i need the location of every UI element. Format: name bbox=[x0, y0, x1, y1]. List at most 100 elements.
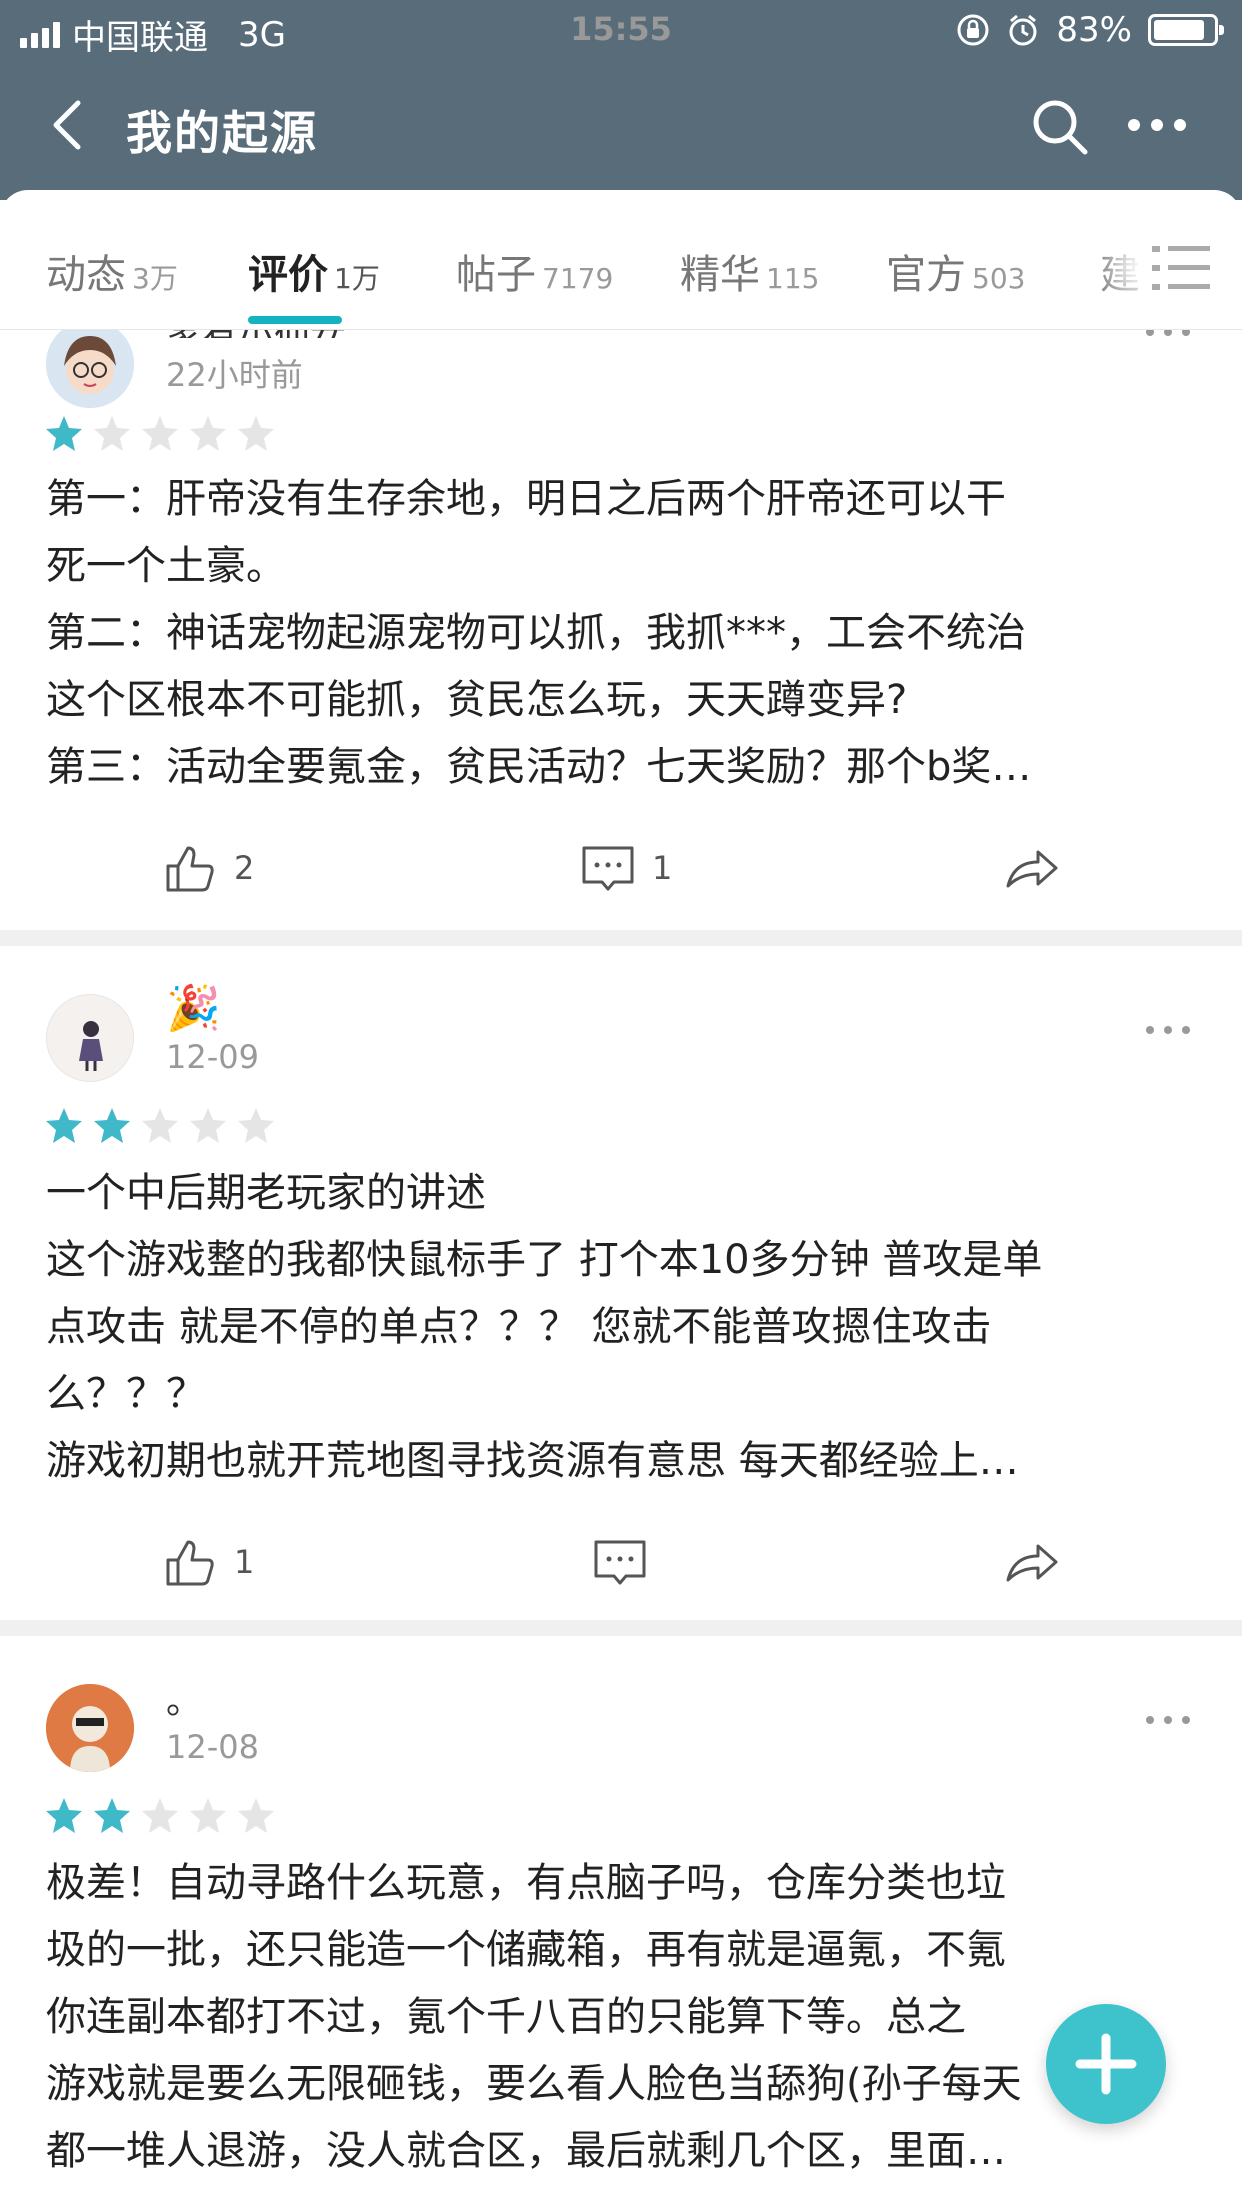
tab-count: 503 bbox=[972, 262, 1026, 295]
star-empty-icon bbox=[238, 416, 274, 451]
review-actions: 2 1 bbox=[0, 840, 1242, 910]
comment-button[interactable] bbox=[592, 1534, 664, 1590]
star-empty-icon bbox=[190, 416, 226, 451]
navigation-bar: 我的起源 bbox=[0, 75, 1242, 175]
review-line: 游戏初期也就开荒地图寻找资源有意思 每天都经验上… bbox=[46, 1438, 1019, 1484]
like-button[interactable]: 2 bbox=[162, 840, 254, 896]
divider bbox=[0, 1620, 1242, 1636]
review-line: 一个中后期老玩家的讲述 bbox=[46, 1170, 486, 1216]
tab-count: 7179 bbox=[542, 262, 614, 295]
comment-icon bbox=[582, 846, 634, 891]
tab-label: 评价 bbox=[248, 252, 328, 298]
more-options-icon[interactable] bbox=[1122, 93, 1192, 157]
more-dots-icon[interactable] bbox=[1144, 330, 1192, 342]
tab-label: 建 bbox=[1100, 252, 1140, 298]
avatar[interactable] bbox=[46, 1684, 134, 1772]
star-empty-icon bbox=[142, 1798, 178, 1833]
thumbs-up-icon bbox=[166, 846, 214, 892]
tab-posts[interactable]: 帖子 7179 bbox=[456, 242, 613, 300]
review-line: 圾的一批，还只能造一个储藏箱，再有就是逼氪，不氪 bbox=[46, 1927, 1006, 1973]
review-line: 这个区根本不可能抓，贫民怎么玩，天天蹲变异? bbox=[46, 677, 908, 723]
review-line: 这个游戏整的我都快鼠标手了 打个本10多分钟 普攻是单 bbox=[46, 1237, 1043, 1283]
review-actions: 1 bbox=[0, 1534, 1242, 1604]
share-button[interactable] bbox=[1004, 1534, 1060, 1590]
star-empty-icon bbox=[94, 416, 130, 451]
tab-label: 动态 bbox=[46, 252, 126, 298]
tab-suggestions[interactable]: 建 bbox=[1100, 242, 1140, 300]
comment-count: 1 bbox=[652, 849, 673, 887]
star-empty-icon bbox=[142, 1108, 178, 1143]
review-time: 22小时前 bbox=[166, 356, 303, 394]
review-text[interactable]: 一个中后期老玩家的讲述 这个游戏整的我都快鼠标手了 打个本10多分钟 普攻是单 … bbox=[46, 1160, 1196, 1495]
star-empty-icon bbox=[190, 1798, 226, 1833]
star-empty-icon bbox=[238, 1798, 274, 1833]
review-line: 死一个土豪。 bbox=[46, 543, 286, 589]
more-dots-icon[interactable] bbox=[1144, 1020, 1192, 1040]
active-tab-indicator bbox=[248, 316, 342, 324]
page-title: 我的起源 bbox=[126, 106, 318, 160]
review-time: 12-08 bbox=[166, 1728, 259, 1766]
avatar[interactable] bbox=[46, 330, 134, 408]
tab-label: 官方 bbox=[886, 252, 966, 298]
add-review-button[interactable] bbox=[1046, 2004, 1166, 2124]
comment-button[interactable]: 1 bbox=[580, 840, 672, 896]
tab-featured[interactable]: 精华 115 bbox=[680, 242, 819, 300]
divider bbox=[0, 930, 1242, 946]
comment-icon bbox=[594, 1540, 646, 1585]
share-icon bbox=[1006, 1544, 1058, 1582]
star-filled-icon bbox=[94, 1798, 130, 1833]
tab-label: 帖子 bbox=[456, 252, 536, 298]
star-filled-icon bbox=[46, 1798, 82, 1833]
star-empty-icon bbox=[238, 1108, 274, 1143]
tab-count: 1万 bbox=[334, 262, 380, 295]
tab-count: 3万 bbox=[132, 262, 178, 295]
star-rating bbox=[44, 1796, 276, 1836]
review-line: 第一：肝帝没有生存余地，明日之后两个肝帝还可以干 bbox=[46, 476, 1006, 522]
review-line: 么？？？ bbox=[46, 1371, 206, 1417]
username[interactable]: 🎉 bbox=[166, 982, 221, 1034]
search-icon[interactable] bbox=[1028, 95, 1092, 159]
review-line: 极差！自动寻路什么玩意，有点脑子吗，仓库分类也垃 bbox=[46, 1860, 1006, 1906]
star-empty-icon bbox=[142, 416, 178, 451]
tab-list-icon[interactable] bbox=[1144, 240, 1216, 296]
username[interactable]: 。 bbox=[166, 1672, 202, 1724]
like-count: 1 bbox=[234, 1543, 255, 1581]
review-time: 12-09 bbox=[166, 1038, 259, 1076]
star-rating bbox=[44, 1106, 276, 1146]
avatar-character-icon bbox=[46, 1684, 134, 1772]
battery-percent: 83% bbox=[1056, 10, 1132, 50]
more-dots-icon[interactable] bbox=[1144, 1710, 1192, 1730]
back-arrow-icon[interactable] bbox=[40, 95, 100, 155]
share-button[interactable] bbox=[1004, 840, 1060, 896]
rotation-lock-icon bbox=[957, 14, 989, 46]
tab-count: 115 bbox=[766, 262, 820, 295]
like-count: 2 bbox=[234, 849, 255, 887]
review-card[interactable]: 家有小仙女 22小时前 第一：肝帝没有生存余地，明日之后两个肝帝还可以干 死一个… bbox=[0, 330, 1242, 930]
star-filled-icon bbox=[46, 416, 82, 451]
avatar-figure-icon bbox=[47, 995, 133, 1081]
star-filled-icon bbox=[46, 1108, 82, 1143]
share-icon bbox=[1006, 850, 1058, 888]
review-line: 第二：神话宠物起源宠物可以抓，我抓***，工会不统治 bbox=[46, 610, 1026, 656]
avatar-girl-icon bbox=[46, 330, 134, 408]
like-button[interactable]: 1 bbox=[162, 1534, 254, 1590]
alarm-icon bbox=[1009, 14, 1037, 46]
tab-label: 精华 bbox=[680, 252, 760, 298]
avatar[interactable] bbox=[46, 994, 134, 1082]
review-line: 第三：活动全要氪金，贫民活动？七天奖励？那个b奖… bbox=[46, 744, 1032, 790]
star-filled-icon bbox=[94, 1108, 130, 1143]
status-bar: 中国联通 3G 15:55 83% bbox=[0, 0, 1242, 62]
tab-reviews[interactable]: 评价 1万 bbox=[248, 242, 380, 300]
review-text[interactable]: 极差！自动寻路什么玩意，有点脑子吗，仓库分类也垃 圾的一批，还只能造一个储藏箱，… bbox=[46, 1850, 1196, 2185]
review-line: 点攻击 就是不停的单点？？？ 您就不能普攻摁住攻击 bbox=[46, 1304, 992, 1350]
tab-bar: 动态 3万 评价 1万 帖子 7179 精华 115 官方 503 建 bbox=[0, 190, 1242, 330]
review-line: 你连副本都打不过，氪个千八百的只能算下等。总之 bbox=[46, 1994, 966, 2040]
review-line: 游戏就是要么无限砸钱，要么看人脸色当舔狗(孙子每天 bbox=[46, 2061, 1022, 2107]
tab-dynamic[interactable]: 动态 3万 bbox=[46, 242, 178, 300]
username[interactable]: 家有小仙女 bbox=[166, 330, 346, 338]
review-list: 家有小仙女 22小时前 第一：肝帝没有生存余地，明日之后两个肝帝还可以干 死一个… bbox=[0, 330, 1242, 2208]
review-text[interactable]: 第一：肝帝没有生存余地，明日之后两个肝帝还可以干 死一个土豪。 第二：神话宠物起… bbox=[46, 466, 1196, 801]
app-header: 中国联通 3G 15:55 83% 我的起源 bbox=[0, 0, 1242, 200]
review-card[interactable]: 🎉 12-09 一个中后期老玩家的讲述 这个游戏整的我都快鼠标手了 打个本10多… bbox=[0, 946, 1242, 1620]
tab-official[interactable]: 官方 503 bbox=[886, 242, 1025, 300]
